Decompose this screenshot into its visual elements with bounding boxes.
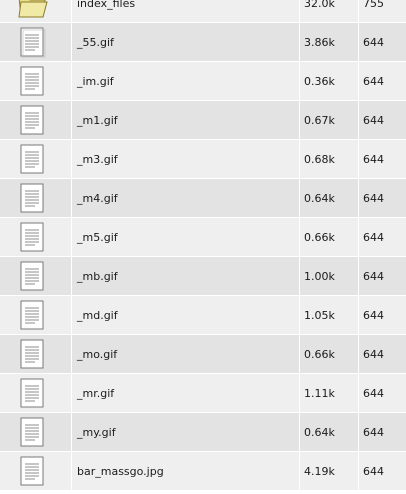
file-size: 3.86k <box>300 23 359 61</box>
file-icon-cell[interactable] <box>0 257 72 295</box>
file-permissions[interactable]: 644 <box>359 257 406 295</box>
file-icon-cell[interactable] <box>0 218 72 256</box>
file-permissions[interactable]: 644 <box>359 452 406 490</box>
file-icon-cell[interactable] <box>0 0 72 22</box>
file-icon-cell[interactable] <box>0 179 72 217</box>
document-icon[interactable] <box>16 182 48 214</box>
table-row[interactable]: bar_massgo.jpg 4.19k 644 <box>0 452 406 491</box>
file-name[interactable]: _md.gif <box>72 296 300 334</box>
file-name[interactable]: _im.gif <box>72 62 300 100</box>
table-row[interactable]: _m3.gif 0.68k 644 <box>0 140 406 179</box>
file-size: 0.36k <box>300 62 359 100</box>
file-name[interactable]: _m5.gif <box>72 218 300 256</box>
table-row[interactable]: _m4.gif 0.64k 644 <box>0 179 406 218</box>
file-permissions[interactable]: 644 <box>359 62 406 100</box>
file-name[interactable]: _m3.gif <box>72 140 300 178</box>
file-size: 4.19k <box>300 452 359 490</box>
document-icon[interactable] <box>16 104 48 136</box>
table-row[interactable]: _mo.gif 0.66k 644 <box>0 335 406 374</box>
file-name[interactable]: _mo.gif <box>72 335 300 373</box>
file-name[interactable]: _m1.gif <box>72 101 300 139</box>
table-row[interactable]: _md.gif 1.05k 644 <box>0 296 406 335</box>
file-size: 0.64k <box>300 413 359 451</box>
file-permissions[interactable]: 755 <box>359 0 406 22</box>
file-icon-cell[interactable] <box>0 335 72 373</box>
file-permissions[interactable]: 644 <box>359 23 406 61</box>
document-icon[interactable] <box>16 143 48 175</box>
file-permissions[interactable]: 644 <box>359 140 406 178</box>
file-icon-cell[interactable] <box>0 23 72 61</box>
file-size: 0.68k <box>300 140 359 178</box>
file-name[interactable]: bar_massgo.jpg <box>72 452 300 490</box>
document-icon[interactable] <box>16 455 48 487</box>
file-icon-cell[interactable] <box>0 413 72 451</box>
file-icon-cell[interactable] <box>0 296 72 334</box>
file-icon-cell[interactable] <box>0 374 72 412</box>
table-row[interactable]: _mr.gif 1.11k 644 <box>0 374 406 413</box>
table-row[interactable]: _55.gif 3.86k 644 <box>0 23 406 62</box>
document-icon[interactable] <box>16 377 48 409</box>
table-row[interactable]: _mb.gif 1.00k 644 <box>0 257 406 296</box>
file-name[interactable]: index_files <box>72 0 300 22</box>
document-icon[interactable] <box>16 221 48 253</box>
document-icon[interactable] <box>16 338 48 370</box>
file-icon-cell[interactable] <box>0 140 72 178</box>
file-name[interactable]: _m4.gif <box>72 179 300 217</box>
file-permissions[interactable]: 644 <box>359 335 406 373</box>
file-permissions[interactable]: 644 <box>359 296 406 334</box>
file-icon-cell[interactable] <box>0 452 72 490</box>
table-row[interactable]: _my.gif 0.64k 644 <box>0 413 406 452</box>
document-icon[interactable] <box>16 26 48 58</box>
file-permissions[interactable]: 644 <box>359 179 406 217</box>
file-size: 0.66k <box>300 218 359 256</box>
folder-icon[interactable] <box>16 0 48 19</box>
file-permissions[interactable]: 644 <box>359 374 406 412</box>
file-size: 0.67k <box>300 101 359 139</box>
file-size: 1.11k <box>300 374 359 412</box>
file-size: 0.64k <box>300 179 359 217</box>
file-size: 32.0k <box>300 0 359 22</box>
file-list: index_files 32.0k 755 _55.gif 3.86k 644 <box>0 0 406 491</box>
file-permissions[interactable]: 644 <box>359 413 406 451</box>
table-row[interactable]: _im.gif 0.36k 644 <box>0 62 406 101</box>
file-size: 1.00k <box>300 257 359 295</box>
document-icon[interactable] <box>16 260 48 292</box>
file-name[interactable]: _mb.gif <box>72 257 300 295</box>
table-row[interactable]: index_files 32.0k 755 <box>0 0 406 23</box>
file-name[interactable]: _mr.gif <box>72 374 300 412</box>
file-permissions[interactable]: 644 <box>359 218 406 256</box>
file-name[interactable]: _my.gif <box>72 413 300 451</box>
document-icon[interactable] <box>16 65 48 97</box>
file-permissions[interactable]: 644 <box>359 101 406 139</box>
file-name[interactable]: _55.gif <box>72 23 300 61</box>
file-size: 0.66k <box>300 335 359 373</box>
document-icon[interactable] <box>16 299 48 331</box>
document-icon[interactable] <box>16 416 48 448</box>
table-row[interactable]: _m1.gif 0.67k 644 <box>0 101 406 140</box>
file-icon-cell[interactable] <box>0 101 72 139</box>
file-size: 1.05k <box>300 296 359 334</box>
table-row[interactable]: _m5.gif 0.66k 644 <box>0 218 406 257</box>
file-icon-cell[interactable] <box>0 62 72 100</box>
